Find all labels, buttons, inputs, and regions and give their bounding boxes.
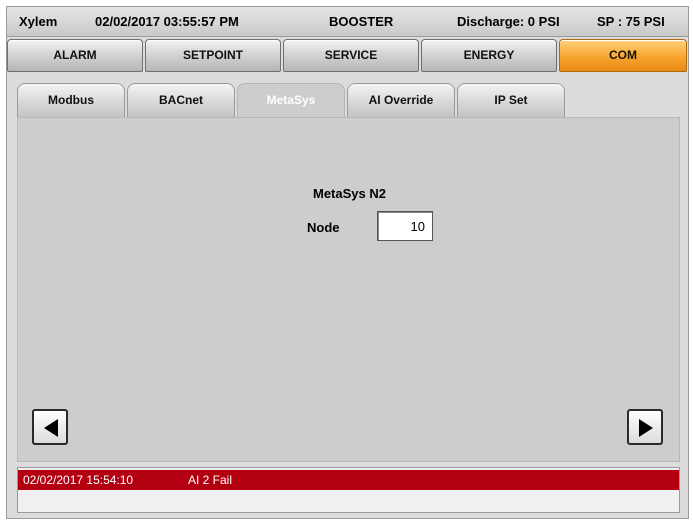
- node-label: Node: [307, 220, 340, 235]
- metasys-panel: MetaSys N2 Node: [17, 117, 680, 462]
- sub-tab-bar: Modbus BACnet MetaSys AI Override IP Set: [17, 83, 577, 117]
- subtab-bacnet[interactable]: BACnet: [127, 83, 235, 117]
- tab-service[interactable]: SERVICE: [283, 39, 419, 72]
- tab-com[interactable]: COM: [559, 39, 687, 72]
- next-page-button[interactable]: [627, 409, 663, 445]
- datetime-label: 02/02/2017 03:55:57 PM: [95, 14, 239, 29]
- tab-energy[interactable]: ENERGY: [421, 39, 557, 72]
- main-tab-bar: ALARM SETPOINT SERVICE ENERGY COM: [7, 39, 688, 72]
- right-triangle-icon: [639, 419, 653, 437]
- node-input[interactable]: [377, 211, 433, 241]
- hmi-screen: Xylem 02/02/2017 03:55:57 PM BOOSTER Dis…: [6, 6, 689, 519]
- subtab-ip-set[interactable]: IP Set: [457, 83, 565, 117]
- alarm-row[interactable]: 02/02/2017 15:54:10 AI 2 Fail: [18, 470, 679, 490]
- header-bar: Xylem 02/02/2017 03:55:57 PM BOOSTER Dis…: [7, 7, 688, 37]
- setpoint-label: SP : 75 PSI: [597, 14, 665, 29]
- mode-label: BOOSTER: [329, 14, 394, 29]
- section-title: MetaSys N2: [313, 186, 386, 201]
- brand-label: Xylem: [19, 14, 58, 29]
- discharge-pressure-label: Discharge: 0 PSI: [457, 14, 560, 29]
- tab-alarm[interactable]: ALARM: [7, 39, 143, 72]
- alarm-message: AI 2 Fail: [188, 473, 233, 487]
- subtab-metasys[interactable]: MetaSys: [237, 83, 345, 117]
- tab-setpoint[interactable]: SETPOINT: [145, 39, 281, 72]
- subtab-ai-override[interactable]: AI Override: [347, 83, 455, 117]
- left-triangle-icon: [44, 419, 58, 437]
- alarm-banner: 02/02/2017 15:54:10 AI 2 Fail: [17, 467, 680, 513]
- subtab-modbus[interactable]: Modbus: [17, 83, 125, 117]
- previous-page-button[interactable]: [32, 409, 68, 445]
- alarm-timestamp: 02/02/2017 15:54:10: [23, 473, 134, 487]
